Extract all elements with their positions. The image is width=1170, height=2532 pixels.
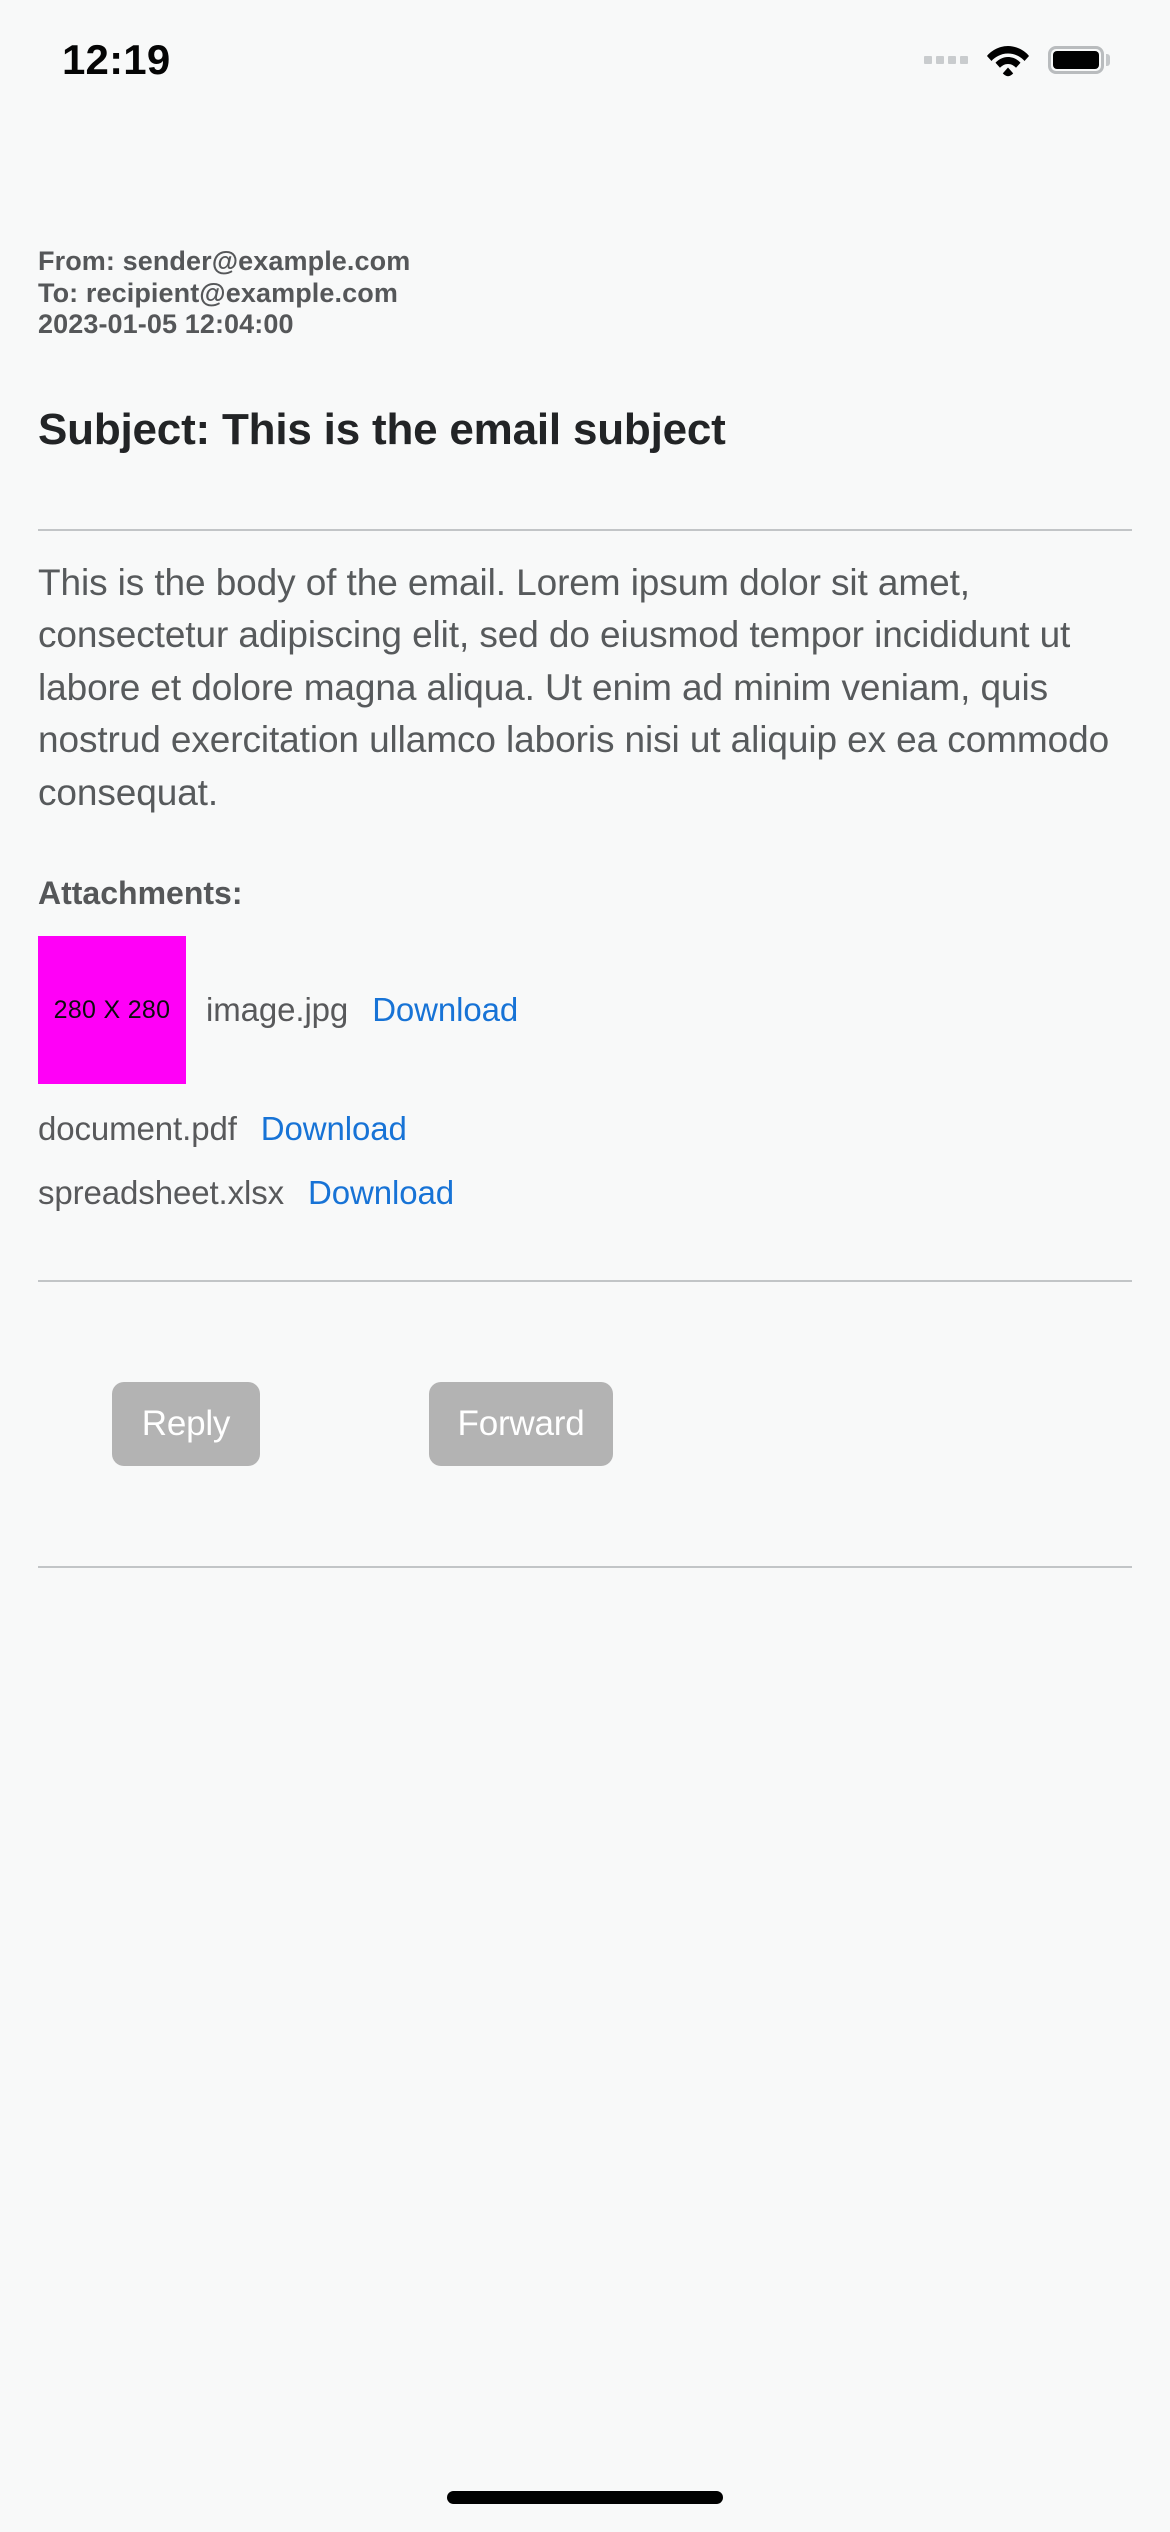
attachments-heading: Attachments: [38, 875, 243, 912]
divider-above-actions [38, 1280, 1132, 1283]
email-body: This is the body of the email. Lorem ips… [38, 561, 1110, 813]
attachment-thumbnail-label: 280 X 280 [53, 995, 171, 1024]
email-from-line: From: sender@example.com [38, 246, 411, 276]
attachment-download-link[interactable]: Download [308, 1174, 454, 1212]
email-header-meta: From: sender@example.com To: recipient@e… [0, 120, 1170, 341]
battery-full-icon [1048, 46, 1110, 74]
attachment-filename: image.jpg [206, 991, 349, 1029]
attachment-filename: document.pdf [38, 1110, 237, 1148]
email-content: From: sender@example.com To: recipient@e… [0, 120, 1170, 1569]
email-viewer-screen: 12:19 From: sender@example.com To: recip… [0, 0, 1170, 2532]
email-subject: Subject: This is the email subject [38, 404, 726, 454]
attachment-row-spreadsheet: spreadsheet.xlsx Download [38, 1174, 1132, 1212]
wifi-icon [986, 43, 1030, 77]
attachment-filename: spreadsheet.xlsx [38, 1174, 285, 1212]
attachments-list: 280 X 280 image.jpg Download document.pd… [0, 936, 1170, 1212]
attachment-thumbnail[interactable]: 280 X 280 [38, 936, 186, 1085]
attachment-download-link[interactable]: Download [372, 991, 518, 1029]
attachment-download-link[interactable]: Download [261, 1110, 407, 1148]
status-bar-indicators [924, 43, 1110, 77]
email-to-line: To: recipient@example.com [38, 277, 398, 308]
divider-below-actions [38, 1566, 1132, 1569]
home-indicator[interactable] [447, 2491, 723, 2504]
forward-button[interactable]: Forward [429, 1382, 613, 1467]
signal-dots-icon [924, 56, 968, 64]
attachment-row-document: document.pdf Download [38, 1110, 1132, 1148]
reply-button[interactable]: Reply [112, 1382, 260, 1467]
action-buttons: Reply Forward [0, 1382, 1170, 1467]
email-date-line: 2023-01-05 12:04:00 [38, 309, 294, 340]
attachment-row-image: 280 X 280 image.jpg Download [38, 936, 1132, 1085]
status-bar-time: 12:19 [62, 36, 171, 83]
status-bar: 12:19 [0, 0, 1170, 120]
